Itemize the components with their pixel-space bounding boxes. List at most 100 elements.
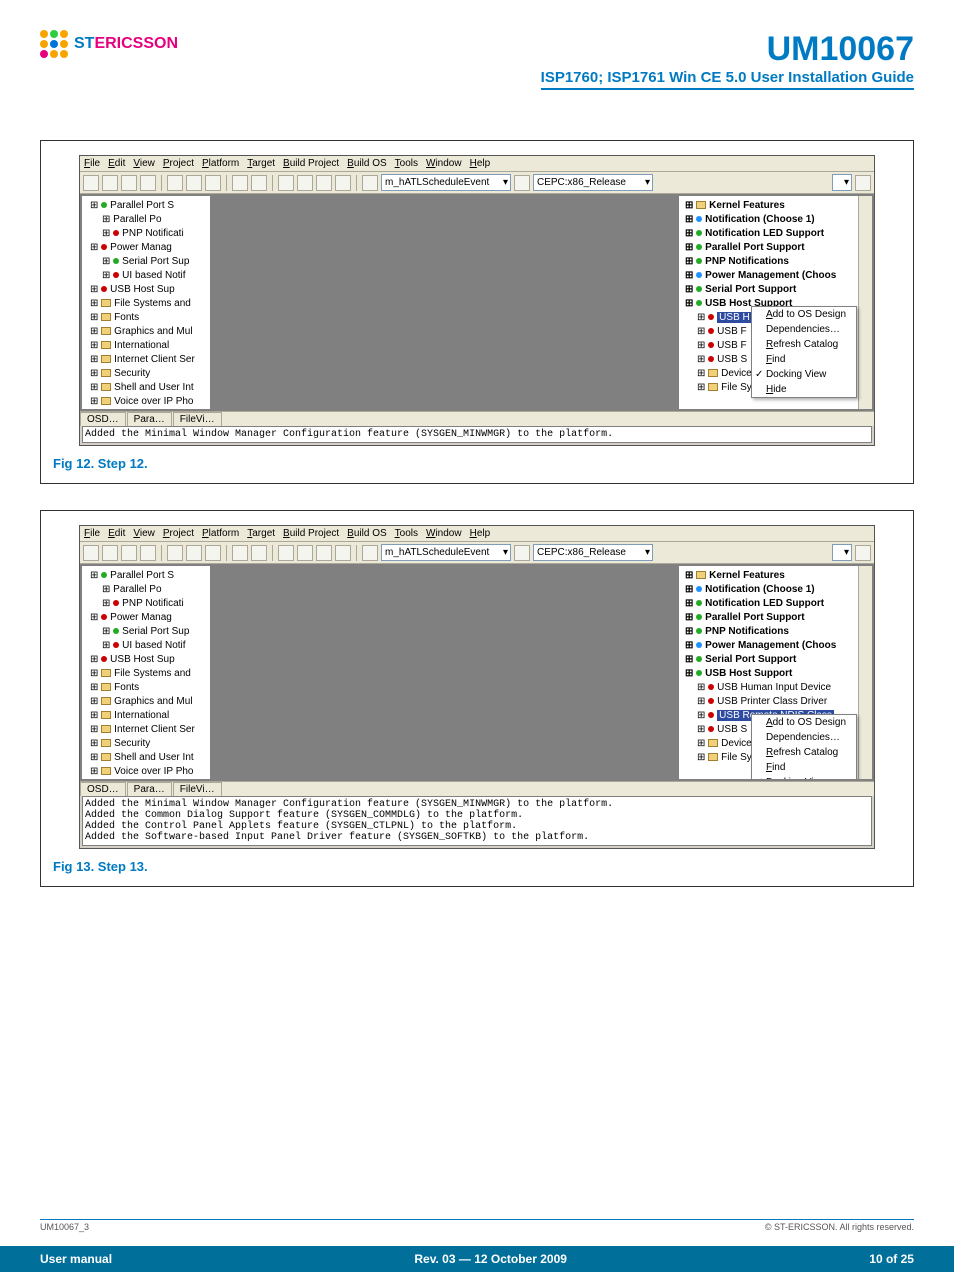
tree-item[interactable]: ⊞ Parallel Port S <box>84 569 208 583</box>
tree-item[interactable]: ⊞ PNP Notificati <box>84 227 208 241</box>
tree-item[interactable]: ⊞ International <box>84 709 208 723</box>
catalog-item[interactable]: ⊞ PNP Notifications <box>681 255 870 269</box>
catalog-item[interactable]: ⊞ Parallel Port Support <box>681 611 870 625</box>
tree-item[interactable]: ⊞ Fonts <box>84 681 208 695</box>
toolbar[interactable]: m_hATLScheduleEvent CEPC:x86_Release <box>80 542 874 564</box>
context-menu-item[interactable]: Find <box>752 352 856 367</box>
toolbar-btn[interactable] <box>121 545 137 561</box>
context-menu-item[interactable]: Dependencies… <box>752 322 856 337</box>
tree-item[interactable]: ⊞ Voice over IP Pho <box>84 765 208 779</box>
catalog-item[interactable]: ⊞ USB Host Support <box>681 667 870 681</box>
menu-item[interactable]: Help <box>470 158 491 169</box>
context-menu-item[interactable]: Docking View <box>752 775 856 780</box>
toolbar-btn[interactable] <box>855 545 871 561</box>
menu-item[interactable]: Target <box>247 158 275 169</box>
scrollbar-vertical[interactable] <box>858 196 872 409</box>
catalog-item[interactable]: ⊞ PNP Notifications <box>681 625 870 639</box>
toolbar[interactable]: m_hATLScheduleEvent CEPC:x86_Release <box>80 172 874 194</box>
toolbar-btn[interactable] <box>335 175 351 191</box>
catalog-item[interactable]: ⊞ Serial Port Support <box>681 283 870 297</box>
toolbar-btn[interactable] <box>186 545 202 561</box>
scrollbar-vertical[interactable] <box>858 566 872 779</box>
toolbar-btn[interactable] <box>297 175 313 191</box>
menu-item[interactable]: View <box>133 528 155 539</box>
combo-right[interactable] <box>832 544 852 561</box>
toolbar-btn[interactable] <box>167 545 183 561</box>
catalog-item[interactable]: ⊞ Power Management (Choos <box>681 639 870 653</box>
tree-item[interactable]: ⊞ Parallel Port S <box>84 199 208 213</box>
solution-tab[interactable]: FileVi… <box>173 412 222 426</box>
menu-item[interactable]: Project <box>163 158 194 169</box>
menu-bar[interactable]: FileEditViewProjectPlatformTargetBuild P… <box>80 526 874 542</box>
menu-item[interactable]: Window <box>426 528 462 539</box>
menu-item[interactable]: Platform <box>202 528 239 539</box>
tree-item[interactable]: ⊞ Serial Port Sup <box>84 255 208 269</box>
tree-item[interactable]: ⊞ Internet Client Ser <box>84 723 208 737</box>
menu-item[interactable]: Build Project <box>283 528 339 539</box>
tree-item[interactable]: ⊞ Voice over IP Pho <box>84 395 208 409</box>
tree-item[interactable]: ⊞ Parallel Po <box>84 213 208 227</box>
toolbar-btn[interactable] <box>205 545 221 561</box>
menu-bar[interactable]: FileEditViewProjectPlatformTargetBuild P… <box>80 156 874 172</box>
toolbar-btn[interactable] <box>297 545 313 561</box>
catalog-item[interactable]: ⊞ USB Printer Class Driver <box>681 695 870 709</box>
tree-item[interactable]: ⊞ PNP Notificati <box>84 597 208 611</box>
left-tree-panel[interactable]: ⊞ Parallel Port S⊞ Parallel Po⊞ PNP Noti… <box>81 565 211 780</box>
combo-config[interactable]: CEPC:x86_Release <box>533 544 653 561</box>
menu-item[interactable]: Edit <box>108 158 125 169</box>
tree-item[interactable]: ⊞ Shell and User Int <box>84 751 208 765</box>
toolbar-btn[interactable] <box>140 545 156 561</box>
catalog-item[interactable]: ⊞ Notification (Choose 1) <box>681 213 870 227</box>
tree-item[interactable]: ⊞ UI based Notif <box>84 639 208 653</box>
toolbar-btn[interactable] <box>316 175 332 191</box>
toolbar-btn[interactable] <box>335 545 351 561</box>
toolbar-btn[interactable] <box>362 545 378 561</box>
menu-item[interactable]: Target <box>247 528 275 539</box>
toolbar-btn[interactable] <box>83 545 99 561</box>
tree-item[interactable]: ⊞ Parallel Po <box>84 583 208 597</box>
toolbar-btn[interactable] <box>362 175 378 191</box>
tree-item[interactable]: ⊞ International <box>84 339 208 353</box>
catalog-item[interactable]: ⊞ Notification LED Support <box>681 597 870 611</box>
context-menu-item[interactable]: Dependencies… <box>752 730 856 745</box>
toolbar-btn[interactable] <box>278 175 294 191</box>
toolbar-btn[interactable] <box>316 545 332 561</box>
toolbar-btn[interactable] <box>102 175 118 191</box>
catalog-item[interactable]: ⊞ Kernel Features <box>681 569 870 583</box>
tree-item[interactable]: ⊞ USB Host Sup <box>84 283 208 297</box>
combo-event[interactable]: m_hATLScheduleEvent <box>381 544 511 561</box>
context-menu-item[interactable]: Refresh Catalog <box>752 337 856 352</box>
catalog-item[interactable]: ⊞ Power Management (Choos <box>681 269 870 283</box>
toolbar-btn[interactable] <box>167 175 183 191</box>
catalog-item[interactable]: ⊞ Kernel Features <box>681 199 870 213</box>
menu-item[interactable]: Tools <box>395 528 418 539</box>
menu-item[interactable]: Project <box>163 528 194 539</box>
solution-tabs[interactable]: OSD…Para…FileVi… <box>80 411 874 426</box>
toolbar-btn[interactable] <box>251 545 267 561</box>
menu-item[interactable]: Build Project <box>283 158 339 169</box>
tree-item[interactable]: ⊞ File Systems and <box>84 297 208 311</box>
toolbar-btn[interactable] <box>186 175 202 191</box>
context-menu-item[interactable]: Add to OS Design <box>752 307 856 322</box>
menu-item[interactable]: View <box>133 158 155 169</box>
toolbar-btn[interactable] <box>855 175 871 191</box>
toolbar-btn[interactable] <box>514 545 530 561</box>
tree-item[interactable]: ⊞ UI based Notif <box>84 269 208 283</box>
catalog-item[interactable]: ⊞ USB Human Input Device <box>681 681 870 695</box>
tree-item[interactable]: ⊞ Shell and User Int <box>84 381 208 395</box>
tree-item[interactable]: ⊞ Security <box>84 367 208 381</box>
solution-tab[interactable]: Para… <box>127 412 172 426</box>
toolbar-btn[interactable] <box>278 545 294 561</box>
menu-item[interactable]: Build OS <box>347 158 386 169</box>
tree-item[interactable]: ⊞ File Systems and <box>84 667 208 681</box>
combo-right[interactable] <box>832 174 852 191</box>
toolbar-btn[interactable] <box>251 175 267 191</box>
toolbar-btn[interactable] <box>121 175 137 191</box>
tree-item[interactable]: ⊞ Graphics and Mul <box>84 325 208 339</box>
toolbar-btn[interactable] <box>514 175 530 191</box>
menu-item[interactable]: Help <box>470 528 491 539</box>
combo-config[interactable]: CEPC:x86_Release <box>533 174 653 191</box>
solution-tab[interactable]: OSD… <box>80 412 126 426</box>
toolbar-btn[interactable] <box>83 175 99 191</box>
catalog-panel[interactable]: ⊞ Kernel Features⊞ Notification (Choose … <box>678 195 873 410</box>
